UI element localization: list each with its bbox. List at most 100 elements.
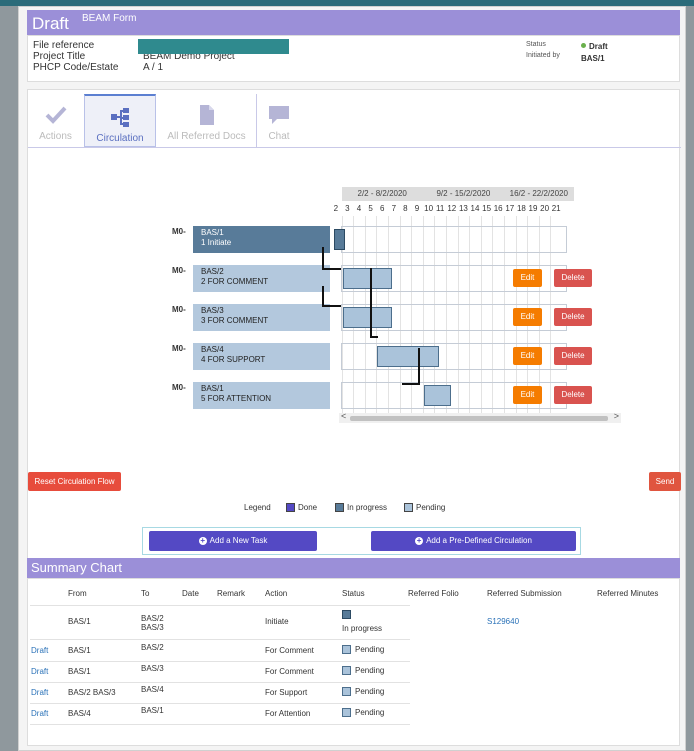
- legend-in-progress-swatch: [335, 503, 344, 512]
- task-label-box[interactable]: BAS/1 5 FOR ATTENTION: [193, 382, 330, 409]
- plus-icon: +: [415, 536, 424, 545]
- gantt-day-header: 4: [356, 204, 362, 213]
- scroll-thumb[interactable]: [350, 416, 608, 421]
- task-label-box[interactable]: BAS/1 1 Initiate: [193, 226, 330, 253]
- legend-title: Legend: [244, 503, 271, 512]
- add-new-task-button[interactable]: + Add a New Task: [149, 531, 317, 551]
- task-assignee: BAS/1: [201, 228, 224, 237]
- draft-link[interactable]: Draft: [31, 709, 48, 718]
- summary-from: BAS/1: [68, 646, 91, 655]
- legend-pending-swatch: [404, 503, 413, 512]
- circulation-gantt: 2/2 - 8/2/2020 9/2 - 15/2/2020 16/2 - 22/2…: [28, 90, 681, 560]
- status-pending-icon: [342, 708, 351, 717]
- gantt-horizontal-scrollbar[interactable]: < >: [339, 411, 621, 423]
- legend-pending-label: Pending: [416, 503, 446, 512]
- summary-status: In progress: [342, 624, 383, 633]
- status-dot-icon: [581, 43, 586, 48]
- gantt-day-header: 6: [379, 204, 385, 213]
- form-title-bar: Draft BEAM Form: [27, 10, 680, 35]
- initiated-label: Initiated by: [526, 52, 560, 59]
- gantt-day-header: 16: [493, 204, 503, 213]
- beam-form-page: Draft BEAM Form File reference Project T…: [18, 6, 686, 751]
- draft-link[interactable]: Draft: [31, 688, 48, 697]
- task-bar[interactable]: [423, 385, 451, 406]
- gantt-day-header: 7: [391, 204, 397, 213]
- referred-submission-link[interactable]: S129640: [487, 617, 519, 626]
- summary-column-header: Referred Folio: [408, 589, 459, 598]
- gantt-week-header: 16/2 - 22/2/2020: [504, 187, 574, 201]
- dependency-connector: [322, 268, 341, 270]
- form-info-panel: File reference Project Title PHCP Code/E…: [27, 35, 680, 82]
- delete-task-button[interactable]: Delete: [554, 269, 592, 287]
- summary-to: BAS/4: [141, 685, 164, 694]
- task-bar[interactable]: [342, 268, 392, 289]
- task-name: 5 FOR ATTENTION: [201, 394, 272, 403]
- scroll-right-arrow[interactable]: >: [614, 411, 619, 421]
- gantt-day-header: 15: [482, 204, 492, 213]
- row-divider: [30, 639, 410, 640]
- status-pending-icon: [342, 666, 351, 675]
- task-assignee: BAS/4: [201, 345, 224, 354]
- task-code: M0-: [172, 383, 186, 392]
- task-bar[interactable]: [334, 229, 346, 250]
- edit-task-button[interactable]: Edit: [513, 386, 542, 404]
- gantt-day-header: 20: [540, 204, 550, 213]
- summary-column-header: Referred Minutes: [597, 589, 659, 598]
- delete-task-button[interactable]: Delete: [554, 386, 592, 404]
- delete-task-button[interactable]: Delete: [554, 347, 592, 365]
- gantt-day-header: 2: [333, 204, 339, 213]
- delete-task-button[interactable]: Delete: [554, 308, 592, 326]
- legend-done-label: Done: [298, 503, 318, 512]
- task-row-frame: [341, 226, 567, 253]
- send-button[interactable]: Send: [649, 472, 681, 491]
- gantt-day-header: 19: [528, 204, 538, 213]
- edit-task-button[interactable]: Edit: [513, 347, 542, 365]
- task-name: 3 FOR COMMENT: [201, 316, 269, 325]
- status-in-progress-icon: [342, 610, 351, 621]
- status-value: Draft: [581, 42, 608, 51]
- status-text: Pending: [355, 708, 385, 717]
- gantt-day-header: 17: [505, 204, 515, 213]
- plus-icon: +: [198, 536, 207, 545]
- gantt-day-header: 18: [516, 204, 526, 213]
- summary-column-header: Date: [182, 589, 199, 598]
- summary-column-header: Remark: [217, 589, 246, 598]
- task-assignee: BAS/1: [201, 384, 224, 393]
- scroll-left-arrow[interactable]: <: [341, 411, 346, 421]
- left-edge: [0, 6, 18, 751]
- summary-action: For Attention: [265, 709, 311, 718]
- summary-action: Initiate: [265, 617, 289, 626]
- status-text: Pending: [355, 645, 385, 654]
- edit-task-button[interactable]: Edit: [513, 308, 542, 326]
- add-predefined-circulation-button[interactable]: + Add a Pre-Defined Circulation: [371, 531, 576, 551]
- code-label: PHCP Code/Estate: [33, 62, 119, 73]
- summary-column-header: To: [141, 589, 150, 598]
- status-pending-icon: [342, 645, 351, 654]
- task-bar[interactable]: [377, 346, 440, 367]
- summary-action: For Comment: [265, 667, 314, 676]
- draft-link[interactable]: Draft: [31, 667, 48, 676]
- task-label-box[interactable]: BAS/2 2 FOR COMMENT: [193, 265, 330, 292]
- task-label-box[interactable]: BAS/4 4 FOR SUPPORT: [193, 343, 330, 370]
- add-task-panel: + Add a New Task + Add a Pre-Defined Circu…: [142, 527, 581, 555]
- summary-status: Pending: [342, 708, 384, 717]
- file-reference-label: File reference: [33, 40, 95, 51]
- row-divider: [30, 682, 410, 683]
- summary-status: Pending: [342, 666, 384, 675]
- task-bar[interactable]: [342, 307, 392, 328]
- reset-circulation-button[interactable]: Reset Circulation Flow: [28, 472, 121, 491]
- row-divider: [30, 703, 410, 704]
- summary-status: Pending: [342, 687, 384, 696]
- dependency-connector: [322, 305, 341, 307]
- summary-to: BAS/2: [141, 614, 164, 623]
- summary-table: From To Date Remark Action Status Referred Fol…: [27, 578, 680, 746]
- task-name: 4 FOR SUPPORT: [201, 355, 266, 364]
- summary-to: BAS/3: [141, 664, 164, 673]
- summary-column-header: Referred Submission: [487, 589, 562, 598]
- gantt-day-header: 14: [470, 204, 480, 213]
- task-code: M0-: [172, 344, 186, 353]
- edit-task-button[interactable]: Edit: [513, 269, 542, 287]
- row-divider: [30, 661, 410, 662]
- task-label-box[interactable]: BAS/3 3 FOR COMMENT: [193, 304, 330, 331]
- draft-link[interactable]: Draft: [31, 646, 48, 655]
